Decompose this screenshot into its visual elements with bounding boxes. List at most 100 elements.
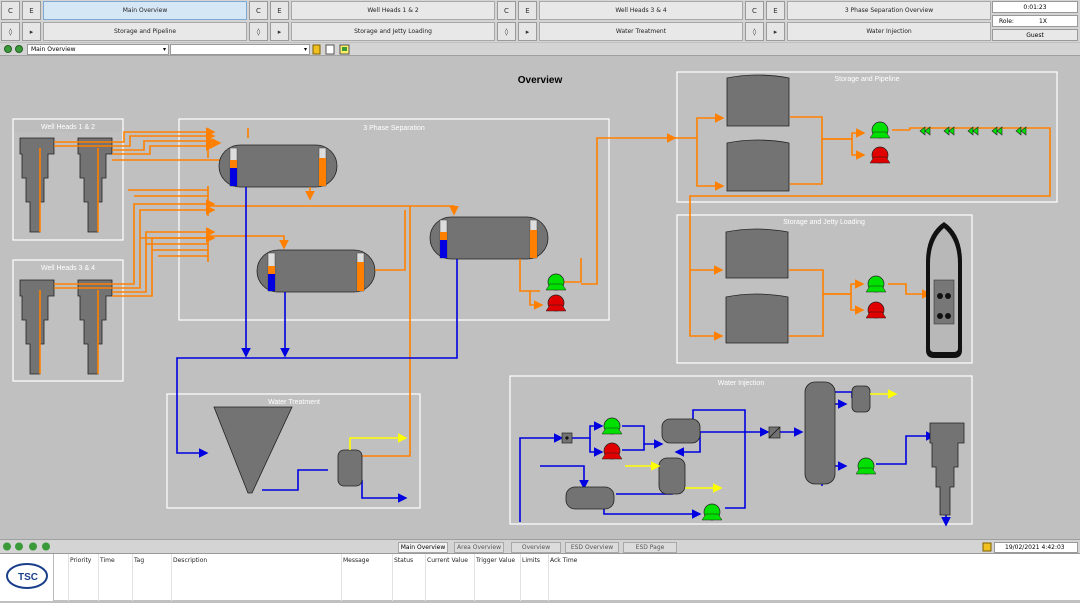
top-navigation: C E Main Overview C E Well Heads 1 & 2 C… [0, 0, 1080, 42]
wellhead-1[interactable] [19, 137, 55, 233]
nav-button-c[interactable]: C [745, 1, 764, 20]
pump-jetty-1[interactable] [865, 275, 887, 293]
nav-button-diamond[interactable]: ◊ [497, 22, 516, 41]
chevron-down-icon: ▾ [303, 46, 307, 53]
nav-well-heads-3-4[interactable]: Well Heads 3 & 4 [539, 1, 743, 20]
bottom-icons [3, 542, 50, 551]
wellhead-4[interactable] [77, 279, 113, 375]
bottom-bar: Main Overview Area Overview Overview ESD… [0, 539, 1080, 553]
hydrocyclone[interactable] [213, 406, 293, 494]
nav-button-diamond[interactable]: ◊ [745, 22, 764, 41]
nav-storage-jetty[interactable]: Storage and Jetty Loading [291, 22, 495, 41]
unit-water-treatment[interactable]: Water Treatment [166, 393, 421, 509]
tab-esd-overview[interactable]: ESD Overview [565, 542, 619, 553]
col-ack-time[interactable]: Ack Time [550, 557, 577, 564]
nav-button-c[interactable]: C [249, 1, 268, 20]
pump-separation-1[interactable] [545, 273, 567, 291]
pump-pipeline-2[interactable] [869, 146, 891, 164]
pump-injection-4[interactable] [855, 457, 877, 475]
nav-button-c[interactable]: C [1, 1, 20, 20]
edit-icon[interactable] [325, 44, 335, 55]
logo-text: TSC [18, 572, 38, 583]
pump-jetty-2[interactable] [865, 301, 887, 319]
nav-button-e[interactable]: E [766, 1, 785, 20]
tab-overview[interactable]: Overview [511, 542, 561, 553]
nav-button-e[interactable]: E [270, 1, 289, 20]
tab-esd-page[interactable]: ESD Page [623, 542, 677, 553]
nav-button-play[interactable]: ▸ [518, 22, 537, 41]
role-select[interactable]: Role: 1X [992, 15, 1078, 27]
nav-storage-pipeline[interactable]: Storage and Pipeline [43, 22, 247, 41]
column-divider [548, 554, 549, 601]
injection-wellhead[interactable] [929, 422, 965, 516]
nav-next-icon[interactable] [29, 542, 37, 551]
nav-prev-icon[interactable] [15, 542, 23, 551]
secondary-select[interactable]: ▾ [170, 44, 310, 55]
injection-small-vessel[interactable] [851, 385, 871, 413]
unit-label: Storage and Jetty Loading [783, 219, 865, 226]
nav-button-c[interactable]: C [497, 1, 516, 20]
water-treatment-vessel[interactable] [337, 449, 363, 487]
col-priority[interactable]: Priority [70, 557, 91, 564]
nav-button-e[interactable]: E [22, 1, 41, 20]
column-divider [341, 554, 342, 601]
injection-tower[interactable] [804, 381, 836, 485]
col-tag[interactable]: Tag [134, 557, 144, 564]
wellhead-2[interactable] [77, 137, 113, 233]
nav-button-diamond[interactable]: ◊ [249, 22, 268, 41]
nav-water-injection[interactable]: Water Injection [787, 22, 991, 41]
injection-drum[interactable] [565, 486, 615, 510]
nav-button-play[interactable]: ▸ [766, 22, 785, 41]
jetty-tank-2[interactable] [725, 293, 789, 344]
col-current-value[interactable]: Current Value [427, 557, 468, 564]
pump-pipeline-1[interactable] [869, 121, 891, 139]
company-logo: TSC [0, 554, 54, 601]
separator-2[interactable] [256, 249, 376, 293]
col-trigger-value[interactable]: Trigger Value [476, 557, 515, 564]
storage-tank-2[interactable] [726, 139, 790, 192]
col-message[interactable]: Message [343, 557, 369, 564]
nav-separation-overview[interactable]: 3 Phase Separation Overview [787, 1, 991, 20]
pump-injection-3[interactable] [701, 503, 723, 521]
tab-main-overview[interactable]: Main Overview [398, 542, 448, 553]
diagram-title: Overview [518, 75, 563, 86]
tanker-ship[interactable] [926, 222, 962, 358]
column-divider [132, 554, 133, 601]
tab-area-overview[interactable]: Area Overview [454, 542, 504, 553]
pump-injection-2[interactable] [601, 442, 623, 460]
nav-button-play[interactable]: ▸ [270, 22, 289, 41]
alarm-bell-icon[interactable] [982, 542, 992, 552]
nav-button-play[interactable]: ▸ [22, 22, 41, 41]
storage-tank-1[interactable] [726, 74, 790, 127]
col-limits[interactable]: Limits [522, 557, 540, 564]
view-select[interactable]: Main Overview ▾ [27, 44, 169, 55]
pump-injection-1[interactable] [601, 417, 623, 435]
col-status[interactable]: Status [394, 557, 413, 564]
nav-main-overview[interactable]: Main Overview [43, 1, 247, 20]
nav-button-e[interactable]: E [518, 1, 537, 20]
forward-icon[interactable] [15, 45, 23, 53]
alarm-list[interactable]: TSC Priority Time Tag Description Messag… [0, 553, 1080, 601]
col-description[interactable]: Description [173, 557, 207, 564]
unit-label: 3 Phase Separation [363, 125, 425, 132]
wellhead-3[interactable] [19, 279, 55, 375]
user-button[interactable]: Guest [992, 29, 1078, 41]
nav-row-1: C E Main Overview C E Well Heads 1 & 2 C… [0, 1, 993, 21]
jetty-tank-1[interactable] [725, 228, 789, 279]
filter-1[interactable] [561, 432, 573, 444]
back-icon[interactable] [4, 45, 12, 53]
pump-separation-2[interactable] [545, 294, 567, 312]
lock-icon[interactable] [312, 44, 321, 55]
nav-water-treatment[interactable]: Water Treatment [539, 22, 743, 41]
injection-vessel-vertical[interactable] [658, 457, 686, 495]
col-time[interactable]: Time [100, 557, 115, 564]
column-divider [171, 554, 172, 601]
nav-last-icon[interactable] [42, 542, 50, 551]
filter-2[interactable] [768, 426, 781, 439]
nav-button-diamond[interactable]: ◊ [1, 22, 20, 41]
separator-1[interactable] [218, 144, 338, 188]
deaerator-horizontal[interactable] [661, 418, 701, 444]
nav-first-icon[interactable] [3, 542, 11, 551]
nav-well-heads-1-2[interactable]: Well Heads 1 & 2 [291, 1, 495, 20]
separator-3[interactable] [429, 216, 549, 260]
